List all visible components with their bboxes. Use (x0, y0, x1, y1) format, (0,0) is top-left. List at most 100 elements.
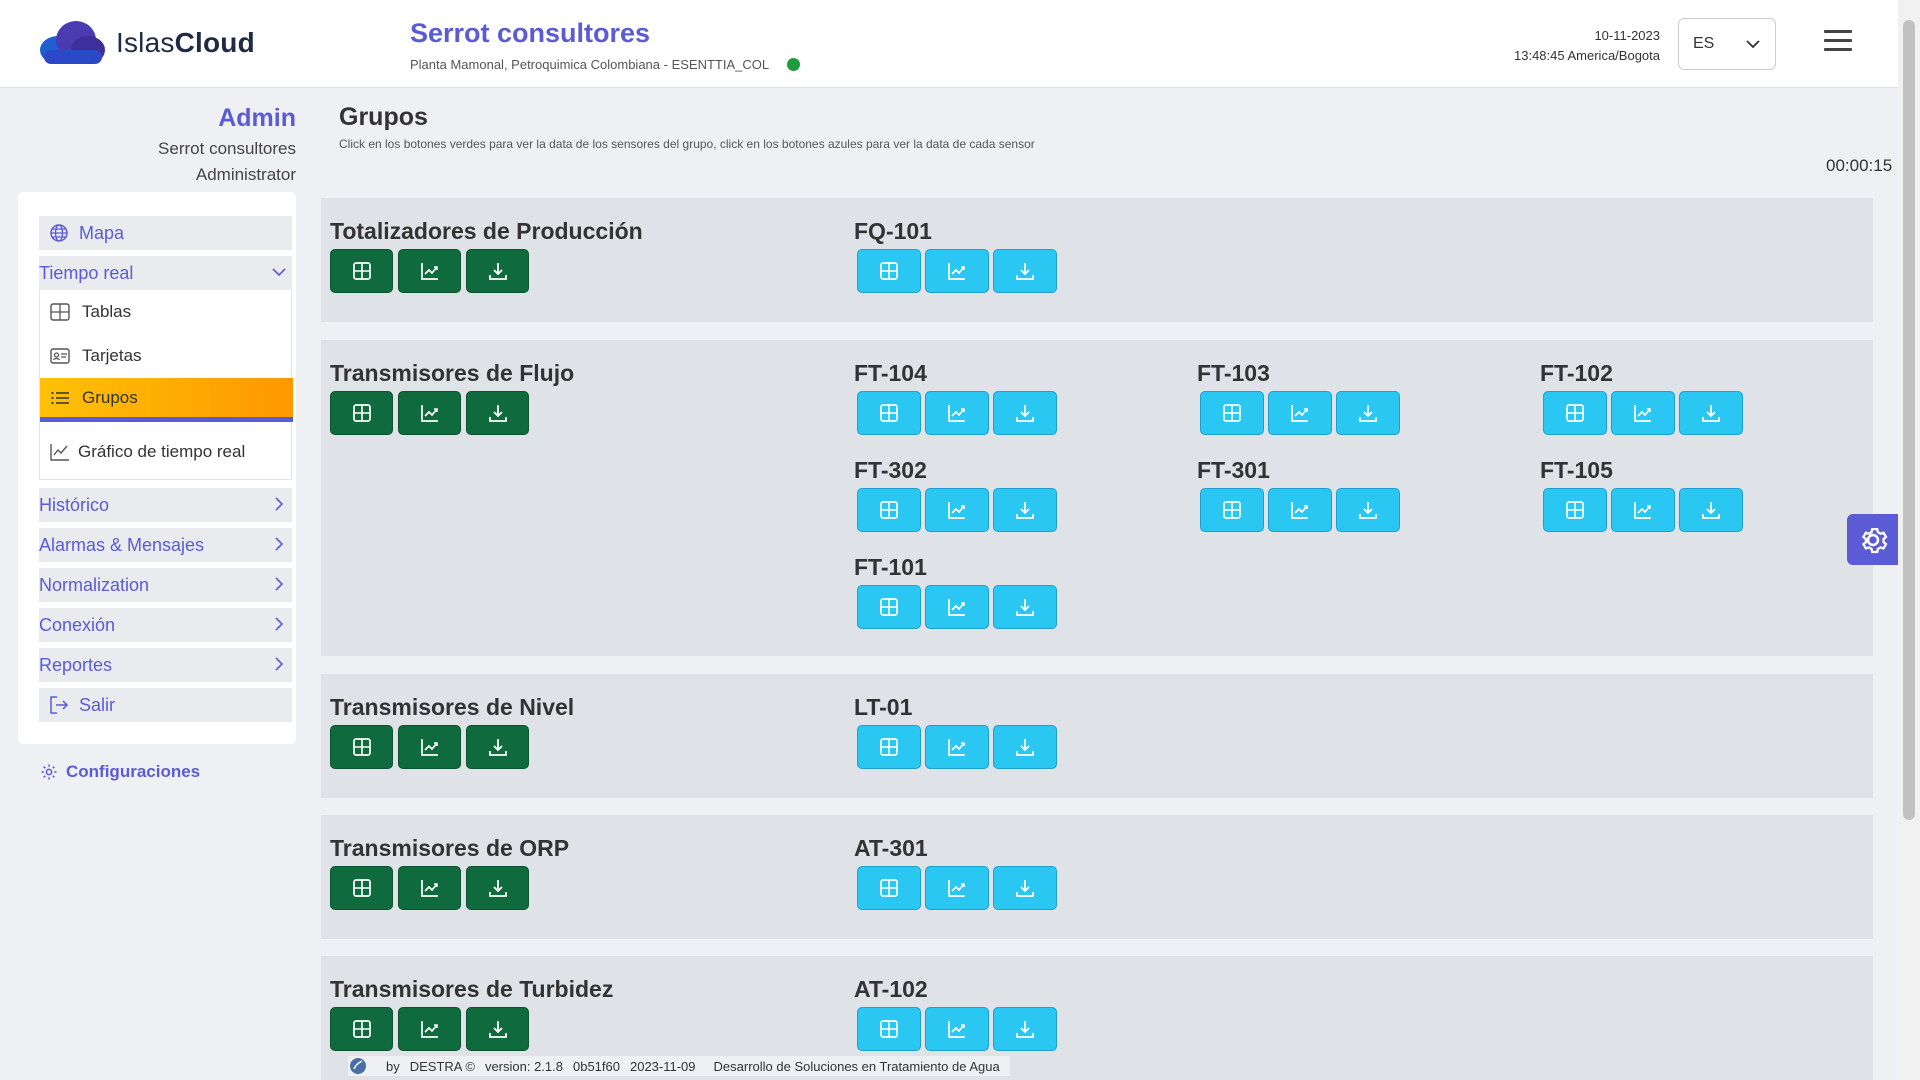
site-name: Planta Mamonal, Petroquimica Colombiana … (410, 57, 770, 72)
download-icon (1016, 405, 1034, 422)
submenu-item-tablas[interactable]: Tablas (40, 290, 293, 334)
page-scrollbar[interactable] (1898, 0, 1920, 1080)
view-table-button[interactable] (857, 391, 921, 435)
chart-icon (1634, 405, 1651, 422)
view-chart-button[interactable] (398, 725, 461, 769)
download-icon (1016, 263, 1034, 280)
download-button[interactable] (1679, 488, 1743, 532)
download-button[interactable] (1679, 391, 1743, 435)
download-icon (1016, 1021, 1034, 1038)
scrollbar-thumb[interactable] (1903, 20, 1915, 820)
configuraciones-link[interactable]: Configuraciones (40, 762, 200, 782)
company-name: Serrot consultores (410, 18, 651, 48)
sidebar-nav: Mapa Tiempo real Tablas Tarjetas Grupos … (18, 192, 296, 744)
view-chart-button[interactable] (925, 585, 989, 629)
chart-icon (420, 405, 438, 422)
islascloud-logo[interactable]: IslasCloud (36, 20, 255, 66)
download-button[interactable] (993, 725, 1057, 769)
company-info: Serrot consultores Planta Mamonal, Petro… (410, 18, 801, 72)
gear-icon (1861, 527, 1888, 553)
group-actions (330, 725, 534, 769)
settings-float-button[interactable] (1847, 514, 1898, 565)
view-table-button[interactable] (857, 249, 921, 293)
view-chart-button[interactable] (1611, 391, 1675, 435)
download-button[interactable] (466, 1007, 529, 1051)
download-icon (488, 405, 507, 422)
download-button[interactable] (1336, 391, 1400, 435)
view-chart-button[interactable] (925, 249, 989, 293)
view-table-button[interactable] (1200, 391, 1264, 435)
view-table-button[interactable] (857, 725, 921, 769)
sidebar-item-tiempo-real[interactable]: Tiempo real (39, 256, 292, 290)
download-button[interactable] (466, 725, 529, 769)
download-button[interactable] (993, 866, 1057, 910)
download-button[interactable] (1336, 488, 1400, 532)
view-table-button[interactable] (857, 488, 921, 532)
sidebar-item-salir[interactable]: Salir (39, 688, 292, 722)
view-chart-button[interactable] (1611, 488, 1675, 532)
sidebar-item-historico[interactable]: Histórico (39, 488, 292, 522)
site-info: Planta Mamonal, Petroquimica Colombiana … (410, 57, 801, 72)
view-chart-button[interactable] (925, 725, 989, 769)
sidebar-item-mapa[interactable]: Mapa (39, 216, 292, 250)
chart-icon (948, 880, 965, 897)
view-table-button[interactable] (330, 866, 393, 910)
view-chart-button[interactable] (398, 249, 461, 293)
download-button[interactable] (993, 488, 1057, 532)
view-table-button[interactable] (330, 249, 393, 293)
view-table-button[interactable] (1543, 488, 1607, 532)
view-chart-button[interactable] (925, 391, 989, 435)
view-chart-button[interactable] (1268, 391, 1332, 435)
view-chart-button[interactable] (398, 866, 461, 910)
sensor-title: FT-301 (1197, 457, 1270, 483)
footer-version: version: 2.1.8 (484, 1058, 563, 1074)
view-chart-button[interactable] (925, 1007, 989, 1051)
chart-icon (1291, 502, 1308, 519)
view-chart-button[interactable] (925, 488, 989, 532)
sensor-title: FT-102 (1540, 360, 1613, 386)
view-chart-button[interactable] (1268, 488, 1332, 532)
chart-icon (1291, 405, 1308, 422)
download-button[interactable] (466, 866, 529, 910)
view-chart-button[interactable] (925, 866, 989, 910)
view-chart-button[interactable] (398, 391, 461, 435)
download-button[interactable] (466, 249, 529, 293)
table-icon (352, 404, 371, 422)
hamburger-menu-button[interactable] (1824, 30, 1852, 52)
table-icon (352, 738, 371, 756)
download-button[interactable] (993, 585, 1057, 629)
language-select[interactable]: ES (1678, 18, 1776, 70)
view-table-button[interactable] (857, 1007, 921, 1051)
view-table-button[interactable] (1200, 488, 1264, 532)
download-button[interactable] (993, 391, 1057, 435)
download-button[interactable] (993, 1007, 1057, 1051)
submenu-item-tarjetas[interactable]: Tarjetas (40, 334, 293, 378)
view-table-button[interactable] (857, 866, 921, 910)
sidebar-item-label: Mapa (79, 222, 125, 243)
group-title: Transmisores de Flujo (330, 360, 575, 386)
sensor-title: FT-101 (854, 554, 927, 580)
view-chart-button[interactable] (398, 1007, 461, 1051)
chevron-right-icon (275, 617, 284, 631)
view-table-button[interactable] (330, 725, 393, 769)
view-table-button[interactable] (330, 391, 393, 435)
view-table-button[interactable] (330, 1007, 393, 1051)
download-button[interactable] (993, 249, 1057, 293)
sensor-title: FT-302 (854, 457, 927, 483)
sidebar-item-reportes[interactable]: Reportes (39, 648, 292, 682)
sidebar-item-alarmas[interactable]: Alarmas & Mensajes (39, 528, 292, 562)
chart-icon (948, 739, 965, 756)
chart-icon (948, 502, 965, 519)
sensor-actions (857, 488, 1061, 532)
chart-icon (420, 880, 438, 897)
download-icon (488, 1021, 507, 1038)
view-table-button[interactable] (1543, 391, 1607, 435)
group-title: Transmisores de Turbidez (330, 976, 614, 1002)
view-table-button[interactable] (857, 585, 921, 629)
submenu-item-grafico-tiempo-real[interactable]: Gráfico de tiempo real (40, 430, 293, 474)
download-button[interactable] (466, 391, 529, 435)
submenu-item-grupos[interactable]: Grupos (40, 378, 293, 422)
sidebar-item-normalization[interactable]: Normalization (39, 568, 292, 602)
tiempo-real-submenu: Tablas Tarjetas Grupos Gráfico de tiempo… (39, 290, 293, 480)
sidebar-item-conexion[interactable]: Conexión (39, 608, 292, 642)
